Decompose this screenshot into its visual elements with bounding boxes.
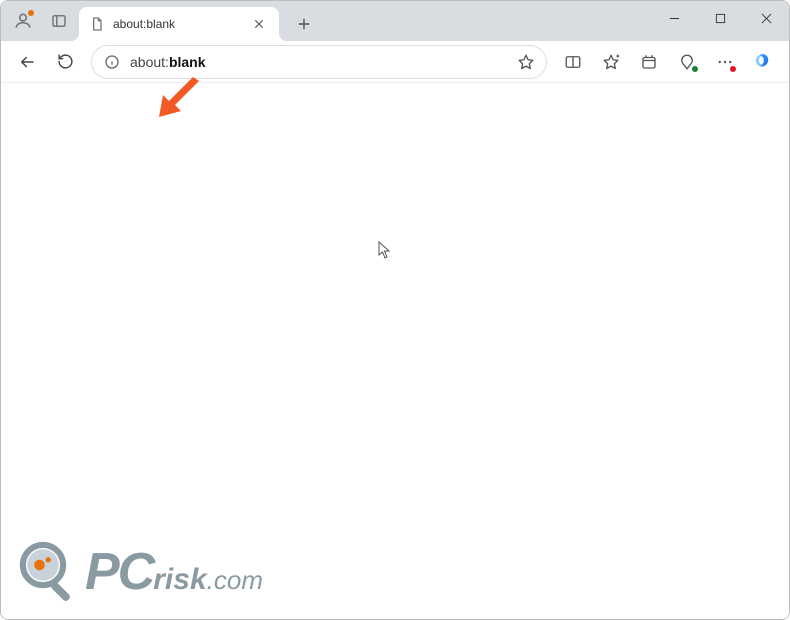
collections-button[interactable]	[631, 45, 667, 79]
window-controls	[651, 1, 789, 35]
notification-dot-icon	[729, 65, 737, 73]
address-bar[interactable]: about:blank	[91, 45, 547, 79]
magnifier-icon	[15, 537, 85, 607]
profile-button[interactable]	[7, 5, 39, 37]
address-protocol: about:	[130, 54, 169, 70]
tab-title: about:blank	[113, 17, 241, 31]
back-button[interactable]	[9, 45, 45, 79]
watermark-pc: PC	[85, 542, 153, 602]
maximize-button[interactable]	[697, 1, 743, 35]
address-text: about:blank	[130, 54, 504, 70]
blank-page-icon	[89, 16, 105, 32]
settings-more-button[interactable]	[707, 45, 743, 79]
minimize-button[interactable]	[651, 1, 697, 35]
extension-status-dot-icon	[691, 65, 699, 73]
titlebar-left	[1, 1, 75, 41]
close-window-button[interactable]	[743, 1, 789, 35]
titlebar: about:blank	[1, 1, 789, 41]
toolbar: about:blank	[1, 41, 789, 83]
extension-button[interactable]	[669, 45, 705, 79]
watermark-text: PC risk .com	[85, 542, 263, 602]
profile-notification-dot-icon	[28, 10, 34, 16]
watermark-com: .com	[207, 565, 263, 596]
copilot-button[interactable]	[745, 45, 781, 79]
watermark: PC risk .com	[15, 537, 263, 607]
site-info-icon[interactable]	[102, 52, 122, 72]
toolbar-right	[555, 45, 781, 79]
tab-close-button[interactable]	[249, 14, 269, 34]
watermark-risk: risk	[153, 563, 206, 597]
browser-window: about:blank	[0, 0, 790, 620]
page-viewport: PC risk .com	[1, 83, 789, 619]
address-path: blank	[169, 54, 206, 70]
split-screen-button[interactable]	[555, 45, 591, 79]
new-tab-button[interactable]	[289, 9, 319, 39]
favorites-button[interactable]	[593, 45, 629, 79]
active-tab[interactable]: about:blank	[79, 7, 279, 41]
mouse-cursor-icon	[378, 241, 392, 264]
favorite-button[interactable]	[512, 48, 540, 76]
refresh-button[interactable]	[47, 45, 83, 79]
